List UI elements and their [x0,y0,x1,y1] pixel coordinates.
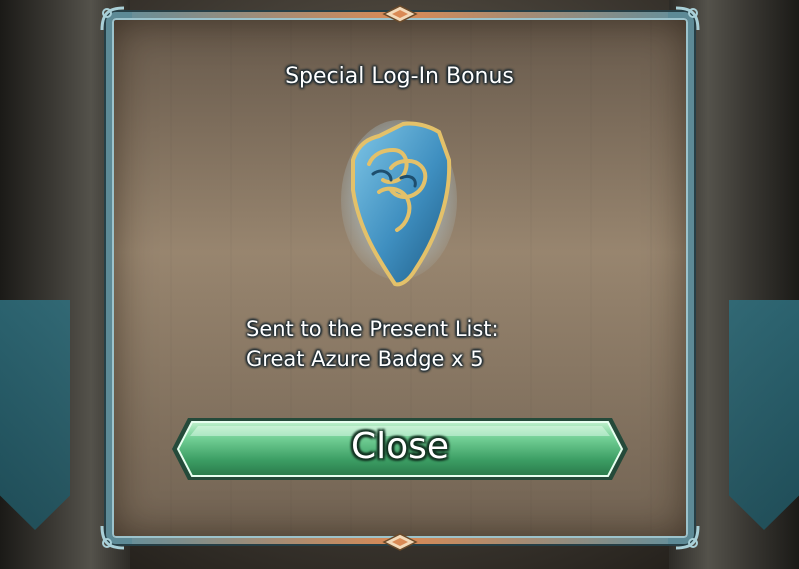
frame-corner-icon [675,6,700,31]
reward-message-line1: Sent to the Present List: [246,317,499,341]
background-banner-left [0,300,70,530]
background-banner-right [729,300,799,530]
frame-corner-icon [100,6,125,31]
reward-message: Sent to the Present List: Great Azure Ba… [246,314,499,374]
frame-corner-icon [675,525,700,550]
frame-ornament-icon [382,5,418,23]
great-azure-badge-icon [341,120,457,287]
reward-message-line2: Great Azure Badge x 5 [246,347,484,371]
dialog-title: Special Log-In Bonus [285,64,514,89]
frame-corner-icon [100,525,125,550]
game-screen: Special Log-In Bonus Sent to the Present… [0,0,799,569]
frame-ornament-icon [382,533,418,551]
close-button[interactable]: Close [170,412,630,486]
close-button-label: Close [350,426,450,467]
